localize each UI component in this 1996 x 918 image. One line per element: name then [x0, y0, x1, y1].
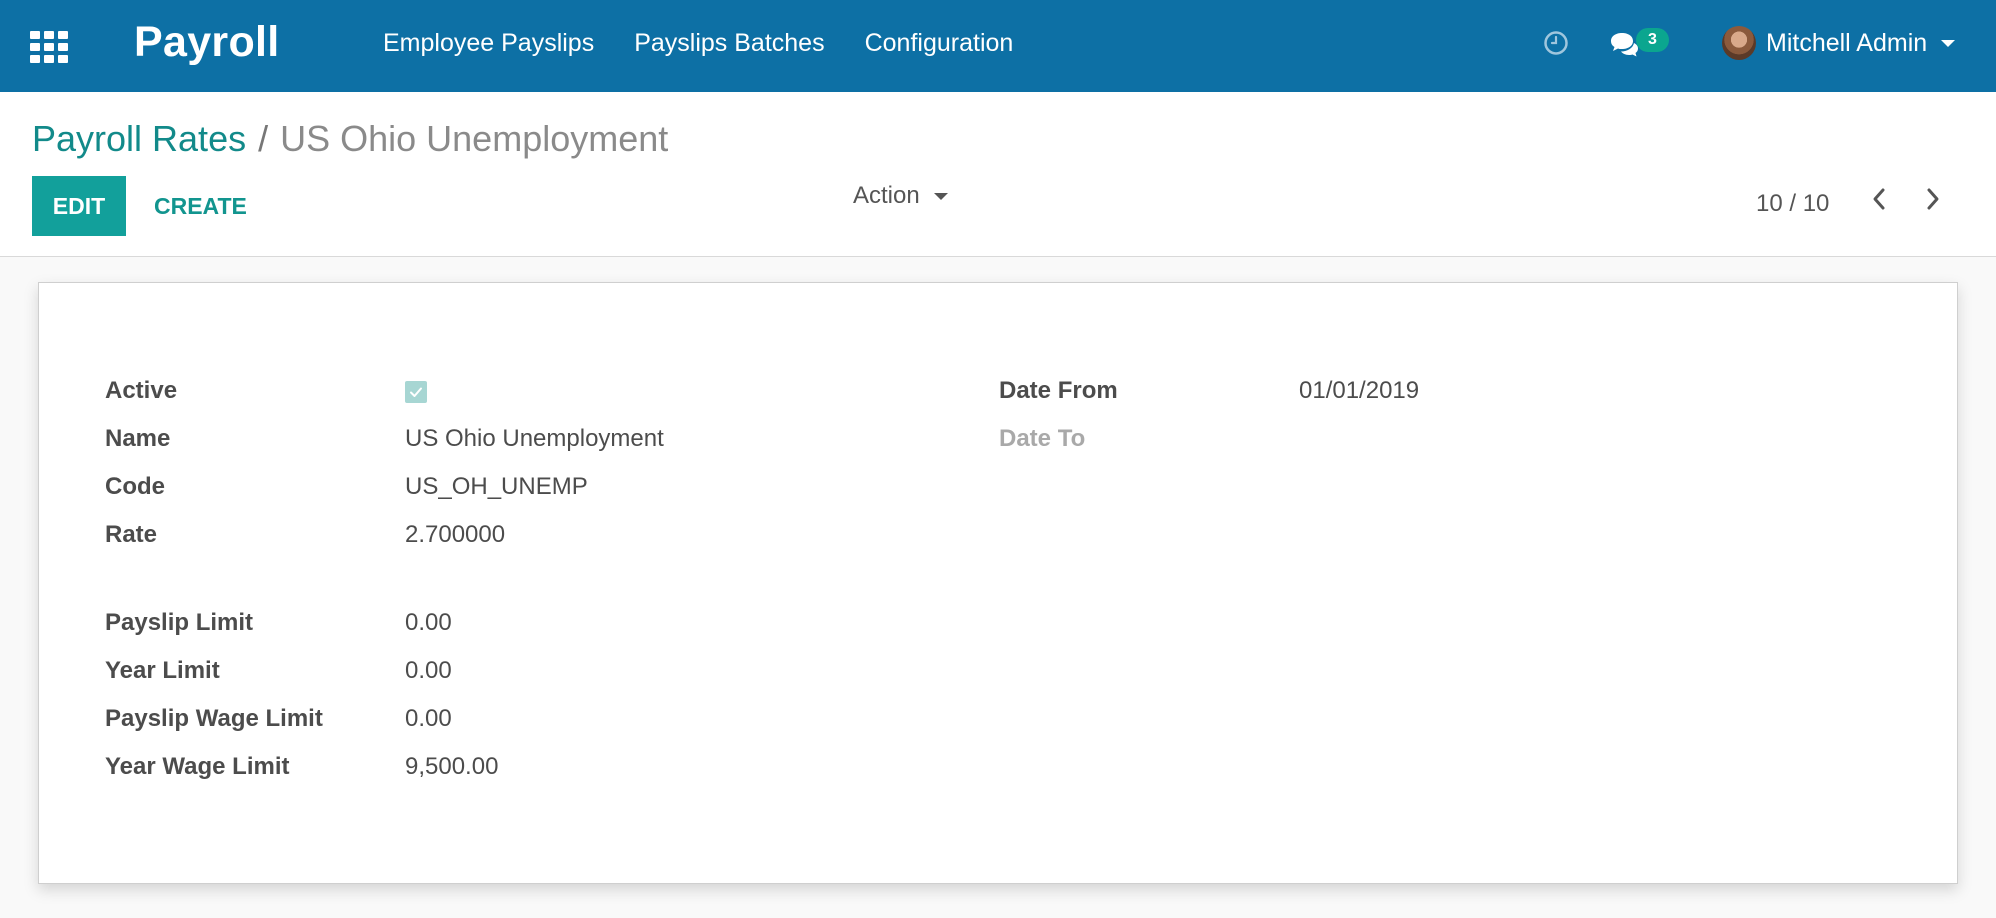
check-icon	[410, 387, 422, 397]
rate-value: 2.700000	[405, 521, 506, 548]
action-dropdown-label: Action	[853, 182, 920, 209]
menu-employee-payslips[interactable]: Employee Payslips	[383, 29, 594, 58]
messages-count-badge: 3	[1636, 28, 1669, 52]
create-button[interactable]: CREATE	[140, 176, 261, 236]
chevron-right-icon[interactable]	[1920, 184, 1946, 214]
app-title[interactable]: Payroll	[134, 18, 280, 67]
date-from-label: Date From	[999, 377, 1118, 404]
date-from-value: 01/01/2019	[1299, 377, 1420, 404]
caret-down-icon	[933, 192, 948, 200]
top-navbar: Payroll Employee Payslips Payslips Batch…	[0, 0, 1996, 92]
year-wage-limit-label: Year Wage Limit	[105, 753, 290, 780]
avatar	[1722, 26, 1756, 60]
code-value: US_OH_UNEMP	[405, 473, 588, 500]
payslip-wage-limit-value: 0.00	[405, 705, 452, 732]
payslip-limit-label: Payslip Limit	[105, 609, 254, 636]
breadcrumb-parent-link[interactable]: Payroll Rates	[32, 118, 246, 159]
user-menu[interactable]: Mitchell Admin	[1722, 26, 1956, 60]
payslip-limit-value: 0.00	[405, 609, 452, 636]
code-label: Code	[105, 473, 165, 500]
active-label: Active	[105, 377, 178, 404]
breadcrumb-separator: /	[258, 118, 269, 159]
form-sheet: Active Name US Ohio Unemployment Code US…	[38, 282, 1958, 884]
year-limit-value: 0.00	[405, 657, 452, 684]
chevron-left-icon[interactable]	[1866, 184, 1892, 214]
main-menu: Employee Payslips Payslips Batches Confi…	[383, 29, 1013, 58]
breadcrumb-current: US Ohio Unemployment	[280, 118, 669, 159]
date-to-label: Date To	[999, 425, 1086, 452]
clock-icon[interactable]	[1543, 30, 1569, 56]
name-value: US Ohio Unemployment	[405, 425, 664, 452]
pager-value[interactable]: 10 / 10	[1756, 190, 1829, 218]
name-label: Name	[105, 425, 171, 452]
year-wage-limit-value: 9,500.00	[405, 753, 499, 780]
menu-configuration[interactable]: Configuration	[865, 29, 1014, 58]
menu-payslips-batches[interactable]: Payslips Batches	[634, 29, 824, 58]
action-dropdown[interactable]: Action	[853, 182, 948, 210]
payslip-wage-limit-label: Payslip Wage Limit	[105, 705, 323, 732]
apps-grid-icon[interactable]	[30, 31, 68, 63]
active-checkbox[interactable]	[405, 381, 427, 403]
user-name: Mitchell Admin	[1766, 28, 1928, 57]
year-limit-label: Year Limit	[105, 657, 220, 684]
edit-button[interactable]: EDIT	[32, 176, 126, 236]
chevron-down-icon	[1941, 39, 1956, 47]
breadcrumb: Payroll Rates / US Ohio Unemployment	[32, 118, 668, 160]
control-panel: Payroll Rates / US Ohio Unemployment EDIT …	[0, 92, 1996, 257]
chat-icon	[1611, 33, 1638, 57]
rate-label: Rate	[105, 521, 158, 548]
messages-button[interactable]: 3	[1608, 28, 1670, 60]
